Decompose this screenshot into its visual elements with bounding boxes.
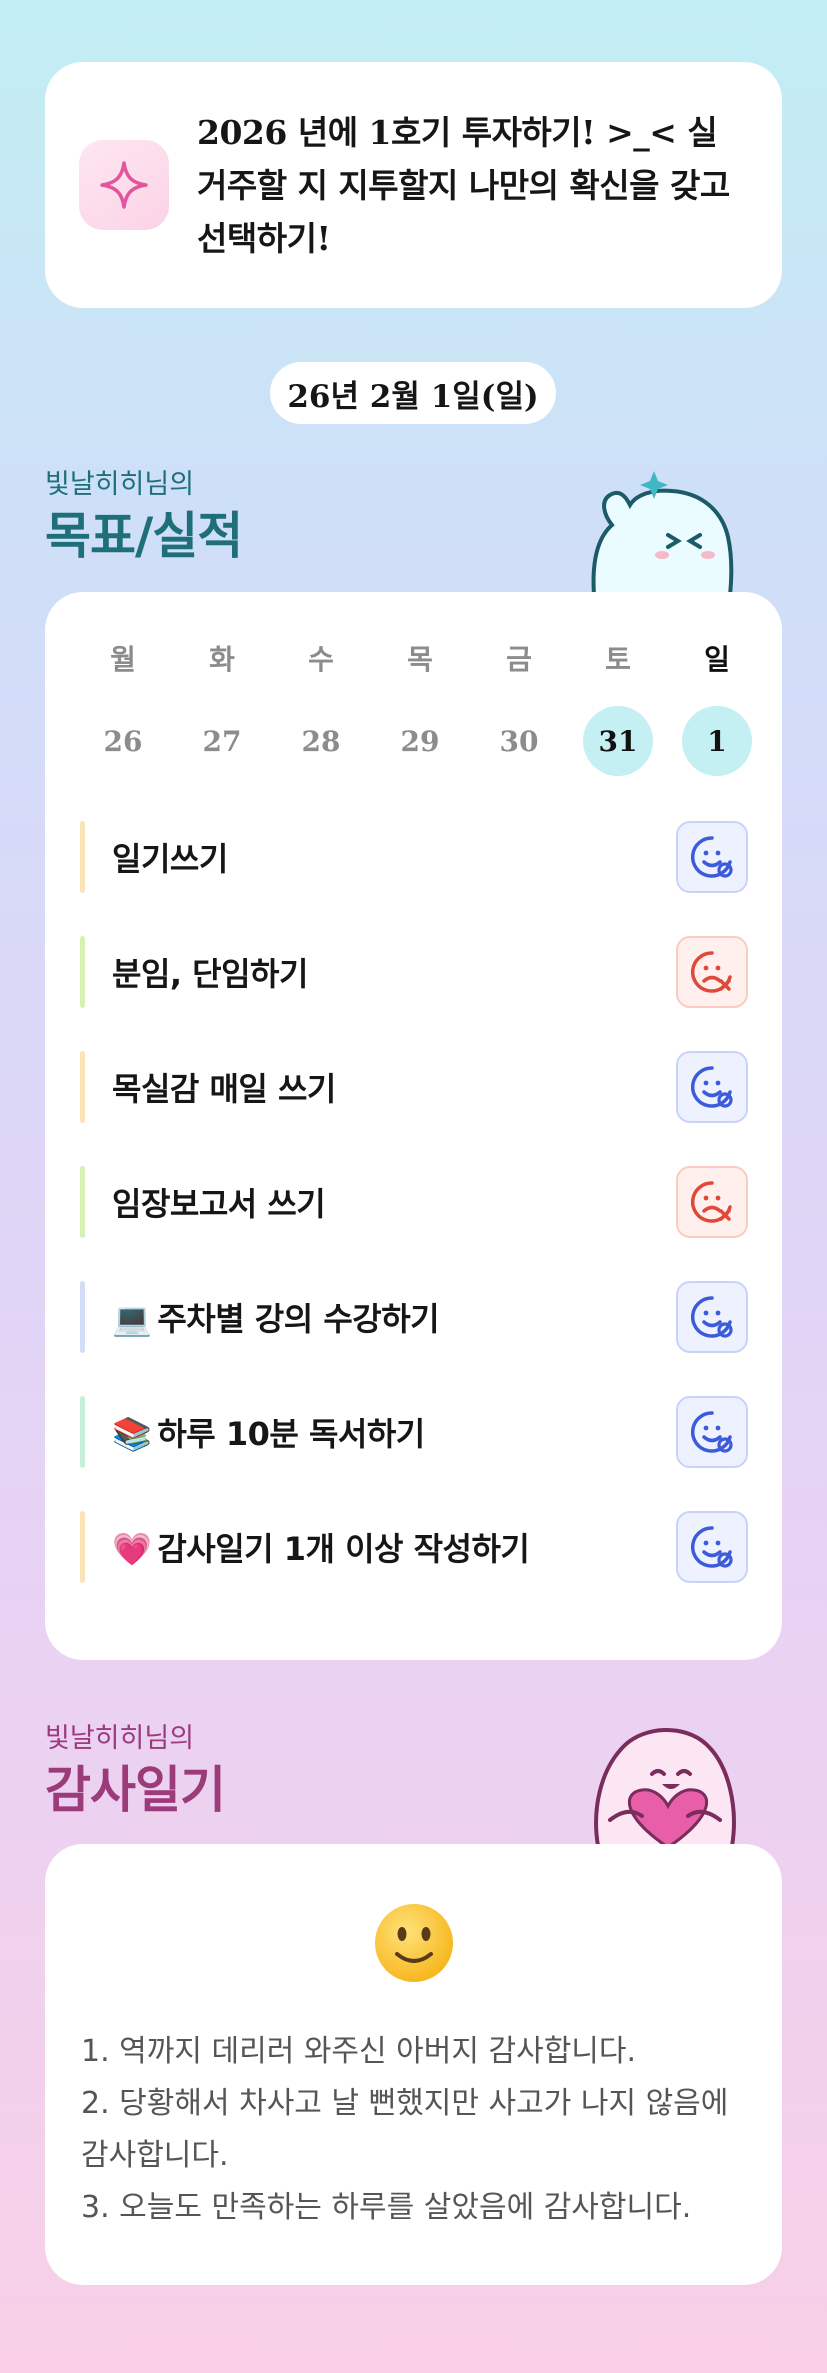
calendar-day[interactable]: 일 1 bbox=[682, 638, 752, 776]
calendar-day[interactable]: 수 28 bbox=[286, 638, 356, 776]
day-number: 28 bbox=[301, 724, 341, 758]
sparkle-icon bbox=[79, 140, 169, 230]
smile-check-icon[interactable] bbox=[676, 1396, 748, 1468]
thanks-section-title: 감사일기 bbox=[45, 1761, 226, 1819]
calendar-day[interactable]: 화 27 bbox=[187, 638, 257, 776]
task-label: 📚 하루 10분 독서하기 bbox=[85, 1409, 676, 1455]
day-number: 31 bbox=[583, 706, 653, 776]
goals-section-title: 목표/실적 bbox=[45, 507, 243, 565]
task-label: 임장보고서 쓰기 bbox=[85, 1179, 676, 1225]
day-label: 일 bbox=[704, 643, 730, 676]
day-label: 목 bbox=[407, 643, 433, 676]
goal-text: 2026 년에 1호기 투자하기! >_< 실거주할 지 지투할지 나만의 확신… bbox=[197, 112, 730, 258]
day-label: 월 bbox=[110, 643, 136, 676]
goal-tracker-card: 월 26 화 27 수 28 목 29 금 30 토 31 일 1 일기쓰기분임… bbox=[45, 592, 782, 1660]
gratitude-item: 1. 역까지 데리러 와주신 아버지 감사합니다. bbox=[81, 2034, 637, 2069]
task-row[interactable]: 💗 감사일기 1개 이상 작성하기 bbox=[80, 1511, 748, 1583]
task-label-text: 임장보고서 쓰기 bbox=[112, 1185, 326, 1223]
day-label: 화 bbox=[209, 643, 235, 676]
task-label-text: 일기쓰기 bbox=[112, 840, 228, 878]
gratitude-card: 1. 역까지 데리러 와주신 아버지 감사합니다. 2. 당황해서 차사고 날 … bbox=[45, 1844, 782, 2285]
task-label: 💗 감사일기 1개 이상 작성하기 bbox=[85, 1524, 676, 1570]
task-label-text: 분임, 단임하기 bbox=[112, 955, 308, 993]
task-row[interactable]: 목실감 매일 쓰기 bbox=[80, 1051, 748, 1123]
task-emoji-icon: 💗 bbox=[112, 1530, 152, 1568]
task-row[interactable]: 분임, 단임하기 bbox=[80, 936, 748, 1008]
task-label-text: 목실감 매일 쓰기 bbox=[112, 1070, 336, 1108]
task-label-text: 하루 10분 독서하기 bbox=[157, 1415, 425, 1453]
task-label: 일기쓰기 bbox=[85, 834, 676, 880]
day-number: 26 bbox=[103, 724, 143, 758]
task-row[interactable]: 일기쓰기 bbox=[80, 821, 748, 893]
day-label: 금 bbox=[506, 643, 532, 676]
task-row[interactable]: 💻 주차별 강의 수강하기 bbox=[80, 1281, 748, 1353]
smile-check-icon[interactable] bbox=[676, 1511, 748, 1583]
task-row[interactable]: 📚 하루 10분 독서하기 bbox=[80, 1396, 748, 1468]
task-emoji-icon: 📚 bbox=[112, 1415, 152, 1453]
smile-check-icon[interactable] bbox=[676, 1281, 748, 1353]
day-label: 토 bbox=[605, 643, 631, 676]
smiley-face-icon bbox=[375, 1904, 453, 1982]
day-number: 30 bbox=[499, 724, 539, 758]
task-label: 분임, 단임하기 bbox=[85, 949, 676, 995]
frown-x-icon[interactable] bbox=[676, 936, 748, 1008]
smile-check-icon[interactable] bbox=[676, 821, 748, 893]
goal-card: 2026 년에 1호기 투자하기! >_< 실거주할 지 지투할지 나만의 확신… bbox=[45, 62, 782, 308]
gratitude-list: 1. 역까지 데리러 와주신 아버지 감사합니다. 2. 당황해서 차사고 날 … bbox=[81, 2026, 761, 2234]
day-number: 29 bbox=[400, 724, 440, 758]
day-number: 27 bbox=[202, 724, 242, 758]
task-label: 💻 주차별 강의 수강하기 bbox=[85, 1294, 676, 1340]
date-selector[interactable]: 26년 2월 1일(일) bbox=[270, 362, 556, 424]
task-label-text: 주차별 강의 수강하기 bbox=[157, 1300, 440, 1338]
gratitude-item: 3. 오늘도 만족하는 하루를 살았음에 감사합니다. bbox=[81, 2190, 692, 2225]
task-label-text: 감사일기 1개 이상 작성하기 bbox=[157, 1530, 530, 1568]
task-emoji-icon: 💻 bbox=[112, 1300, 152, 1338]
day-label: 수 bbox=[308, 643, 334, 676]
smile-check-icon[interactable] bbox=[676, 1051, 748, 1123]
day-number: 1 bbox=[682, 706, 752, 776]
calendar-day[interactable]: 금 30 bbox=[484, 638, 554, 776]
gratitude-item: 2. 당황해서 차사고 날 뻔했지만 사고가 나지 않음에 감사합니다. bbox=[81, 2086, 729, 2173]
calendar-day[interactable]: 토 31 bbox=[583, 638, 653, 776]
frown-x-icon[interactable] bbox=[676, 1166, 748, 1238]
calendar-day[interactable]: 월 26 bbox=[88, 638, 158, 776]
mascot-thumbs-up-icon bbox=[591, 471, 734, 595]
task-row[interactable]: 임장보고서 쓰기 bbox=[80, 1166, 748, 1238]
task-label: 목실감 매일 쓰기 bbox=[85, 1064, 676, 1110]
mascot-heart-icon bbox=[594, 1728, 736, 1846]
calendar-day[interactable]: 목 29 bbox=[385, 638, 455, 776]
